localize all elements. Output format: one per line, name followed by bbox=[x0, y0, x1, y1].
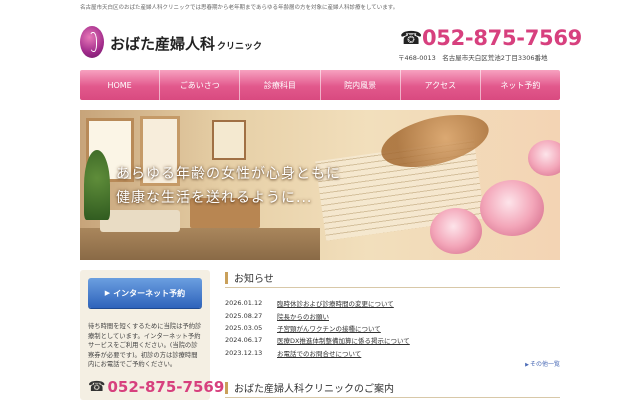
news-date: 2025.08.27 bbox=[225, 311, 263, 320]
news-item: 2025.03.05 子宮頸がんワクチンの接種について bbox=[225, 322, 560, 334]
logo-name-sub: クリニック bbox=[217, 42, 263, 52]
news-date: 2023.12.13 bbox=[225, 348, 263, 357]
guide-heading-text: おばた産婦人科クリニックのご案内 bbox=[234, 384, 394, 395]
hero-banner: あらゆる年齢の女性が心身ともに 健康な生活を送れるように... bbox=[80, 110, 560, 260]
logo-name: おばた産婦人科 クリニック bbox=[110, 33, 262, 54]
hero-rose bbox=[430, 208, 482, 254]
heading-bar bbox=[225, 381, 228, 394]
hero-rose bbox=[528, 140, 560, 176]
header-phone[interactable]: ☎ 052-875-7569 bbox=[400, 26, 582, 52]
nav-access[interactable]: アクセス bbox=[401, 70, 481, 100]
news-item: 2024.06.17 医療DX推進体制整備加算に係る掲示について bbox=[225, 334, 560, 346]
guide-heading: おばた産婦人科クリニックのご案内 bbox=[225, 378, 560, 398]
hero-copy-line2: 健康な生活を送れるように... bbox=[116, 190, 313, 206]
news-heading: お知らせ bbox=[225, 268, 560, 288]
news-more-link[interactable]: ▶その他一覧 bbox=[225, 359, 560, 368]
logo-mark-icon bbox=[80, 26, 104, 58]
sidebar-phone-number: 052-875-7569 bbox=[107, 377, 225, 396]
nav-departments[interactable]: 診療科目 bbox=[240, 70, 321, 100]
phone-icon: ☎ bbox=[88, 378, 106, 395]
heading-bar bbox=[225, 271, 228, 284]
clinic-logo[interactable]: おばた産婦人科 クリニック bbox=[80, 26, 280, 60]
news-item: 2023.12.13 お電話でのお問合せについて bbox=[225, 347, 560, 359]
hero-plant bbox=[84, 150, 110, 220]
internet-reservation-button[interactable]: ▶ インターネット予約 bbox=[88, 278, 202, 308]
news-link[interactable]: 臨時休診および診療時間の変更について bbox=[277, 298, 394, 308]
sidebar-reservation-text: 待ち時間を短くするために当院は予約診療制としています。インターネット予約サービス… bbox=[88, 323, 202, 369]
play-arrow-icon: ▶ bbox=[104, 289, 111, 297]
news-more-label: その他一覧 bbox=[529, 360, 560, 368]
hero-picture-frame bbox=[212, 120, 246, 160]
guide-section: おばた産婦人科クリニックのご案内 bbox=[225, 378, 560, 398]
news-heading-text: お知らせ bbox=[234, 274, 274, 285]
news-section: お知らせ 2026.01.12 臨時休診および診療時間の変更について 2025.… bbox=[225, 268, 560, 368]
sidebar: ▶ インターネット予約 待ち時間を短くするために当院は予約診療制としています。イ… bbox=[80, 270, 224, 400]
hero-copy-line1: あらゆる年齢の女性が心身ともに bbox=[116, 166, 341, 182]
nav-facility[interactable]: 院内風景 bbox=[321, 70, 401, 100]
news-link[interactable]: お電話でのお問合せについて bbox=[277, 348, 361, 358]
nav-net-reservation[interactable]: ネット予約 bbox=[481, 70, 560, 100]
nav-greeting[interactable]: ごあいさつ bbox=[160, 70, 241, 100]
header-phone-number: 052-875-7569 bbox=[422, 26, 582, 50]
hero-floor bbox=[80, 228, 320, 260]
hero-sofa bbox=[100, 210, 180, 232]
hero-copy: あらゆる年齢の女性が心身ともに 健康な生活を送れるように... bbox=[116, 162, 341, 210]
news-link[interactable]: 子宮頸がんワクチンの接種について bbox=[277, 323, 381, 333]
site-tagline: 名古屋市天白区のおばた産婦人科クリニックでは思春期から老年期まであらゆる年齢層の… bbox=[80, 5, 399, 11]
sidebar-phone[interactable]: ☎ 052-875-7569 bbox=[88, 378, 224, 396]
news-date: 2024.06.17 bbox=[225, 336, 263, 345]
internet-reservation-label: インターネット予約 bbox=[113, 288, 186, 298]
logo-name-main: おばた産婦人科 bbox=[110, 35, 216, 53]
news-date: 2026.01.12 bbox=[225, 299, 263, 308]
triangle-right-icon: ▶ bbox=[525, 361, 529, 368]
nav-home[interactable]: HOME bbox=[80, 70, 161, 100]
news-item: 2026.01.12 臨時休診および診療時間の変更について bbox=[225, 297, 560, 309]
phone-icon: ☎ bbox=[400, 28, 423, 49]
global-nav: HOME ごあいさつ 診療科目 院内風景 アクセス ネット予約 bbox=[80, 70, 560, 100]
news-list: 2026.01.12 臨時休診および診療時間の変更について 2025.08.27… bbox=[225, 297, 560, 359]
news-link[interactable]: 院長からのお願い bbox=[277, 311, 329, 321]
news-date: 2025.03.05 bbox=[225, 323, 263, 332]
hero-rose bbox=[480, 180, 544, 236]
header-address: 〒468-0013 名古屋市天白区荒池2丁目3306番地 bbox=[398, 54, 548, 62]
news-item: 2025.08.27 院長からのお願い bbox=[225, 309, 560, 321]
news-link[interactable]: 医療DX推進体制整備加算に係る掲示について bbox=[277, 335, 410, 345]
